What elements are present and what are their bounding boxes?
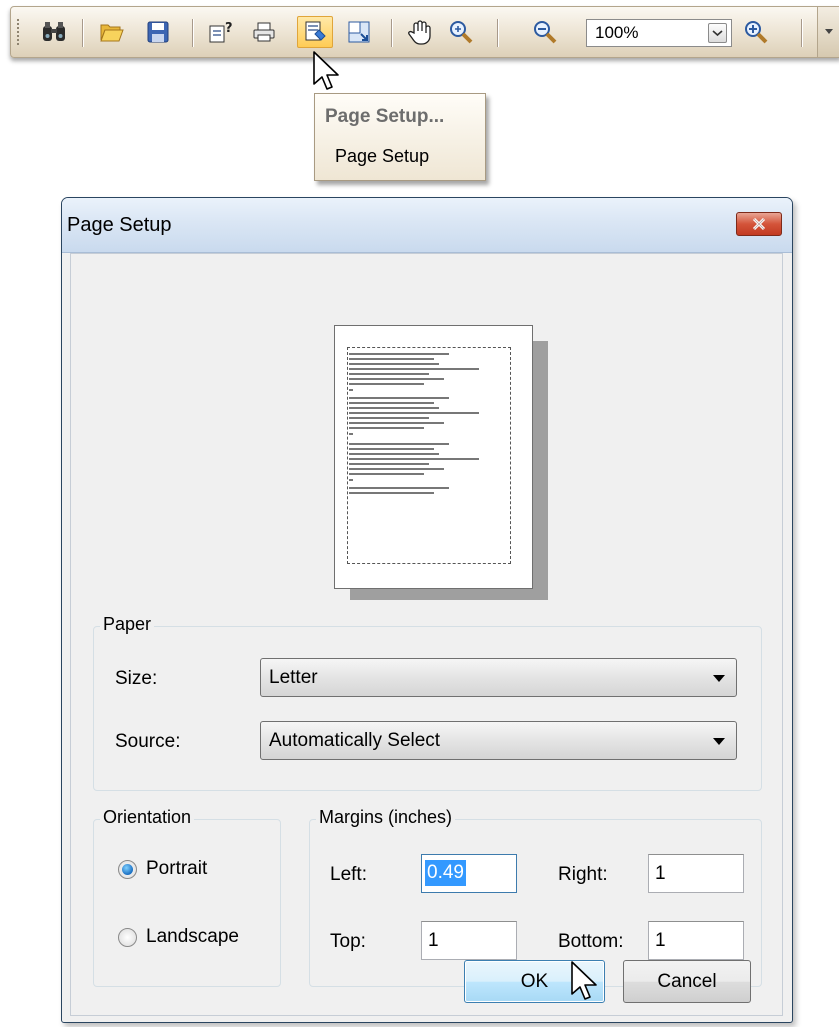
- left-margin-value: 0.49: [425, 860, 466, 886]
- cancel-button[interactable]: Cancel: [623, 960, 751, 1003]
- page-preview: [334, 325, 533, 589]
- portrait-radio[interactable]: [118, 860, 137, 879]
- paper-size-value: Letter: [269, 667, 318, 688]
- paper-source-value: Automatically Select: [269, 730, 441, 751]
- toolbar-overflow-button[interactable]: [817, 7, 839, 57]
- orientation-group: Orientation Portrait Landscape: [93, 807, 281, 987]
- close-icon: [752, 217, 766, 231]
- source-label: Source:: [115, 731, 181, 752]
- mouse-pointer-icon: [571, 961, 597, 1000]
- dialog-client-area: Paper Size: Letter Source: Automatically…: [70, 253, 783, 1016]
- bottom-margin-value: 1: [655, 930, 666, 951]
- tooltip-title: Page Setup...: [325, 106, 445, 127]
- right-margin-value: 1: [655, 863, 666, 884]
- right-margin-label: Right:: [558, 864, 608, 885]
- dropdown-arrow-icon: [713, 675, 725, 682]
- page-setup-icon[interactable]: [297, 16, 333, 48]
- overflow-arrow-icon: [825, 29, 833, 34]
- chevron-down-icon[interactable]: [708, 23, 727, 43]
- close-button[interactable]: [736, 212, 782, 236]
- customize-icon[interactable]: ?: [204, 17, 238, 47]
- bottom-margin-input[interactable]: 1: [648, 921, 744, 960]
- zoom-out-icon[interactable]: [528, 17, 562, 47]
- open-icon[interactable]: [95, 17, 129, 47]
- top-margin-value: 1: [428, 930, 439, 951]
- dialog-title: Page Setup: [67, 214, 172, 236]
- page-setup-dialog: Page Setup Paper Size: Letter Source: Au…: [61, 197, 793, 1023]
- margins-legend: Margins (inches): [316, 807, 456, 828]
- top-margin-input[interactable]: 1: [421, 921, 517, 960]
- landscape-radio[interactable]: [118, 928, 137, 947]
- orientation-legend: Orientation: [100, 807, 195, 828]
- top-margin-label: Top:: [330, 931, 366, 952]
- bottom-margin-label: Bottom:: [558, 931, 624, 952]
- page-setup-tooltip: Page Setup... Page Setup: [314, 93, 486, 181]
- dialog-titlebar[interactable]: Page Setup: [62, 198, 792, 253]
- left-margin-input[interactable]: 0.49: [421, 854, 517, 893]
- left-margin-label: Left:: [330, 864, 367, 885]
- zoom-value: 100%: [595, 23, 639, 42]
- scale-icon[interactable]: [342, 17, 376, 47]
- save-icon[interactable]: [141, 17, 175, 47]
- toolbar-grip[interactable]: [17, 19, 22, 45]
- paper-source-select[interactable]: Automatically Select: [260, 721, 737, 760]
- paper-group: Paper Size: Letter Source: Automatically…: [93, 614, 762, 791]
- mouse-pointer-icon: [313, 51, 339, 90]
- hand-tool-icon[interactable]: [403, 17, 437, 47]
- magnifier-icon[interactable]: [444, 17, 478, 47]
- right-margin-input[interactable]: 1: [648, 854, 744, 893]
- landscape-label[interactable]: Landscape: [146, 926, 239, 948]
- zoom-in-icon[interactable]: [739, 17, 773, 47]
- zoom-combo[interactable]: 100%: [586, 19, 732, 47]
- find-icon[interactable]: [37, 17, 71, 47]
- svg-text:?: ?: [225, 21, 233, 36]
- size-label: Size:: [115, 668, 158, 689]
- preview-toolbar: ? 100%: [10, 6, 839, 58]
- dropdown-arrow-icon: [713, 738, 725, 745]
- paper-size-select[interactable]: Letter: [260, 658, 737, 697]
- portrait-label[interactable]: Portrait: [146, 858, 207, 880]
- tooltip-description: Page Setup: [335, 146, 430, 166]
- paper-legend: Paper: [100, 614, 155, 635]
- print-icon[interactable]: [247, 17, 281, 47]
- page-preview-text-lines: [349, 353, 479, 494]
